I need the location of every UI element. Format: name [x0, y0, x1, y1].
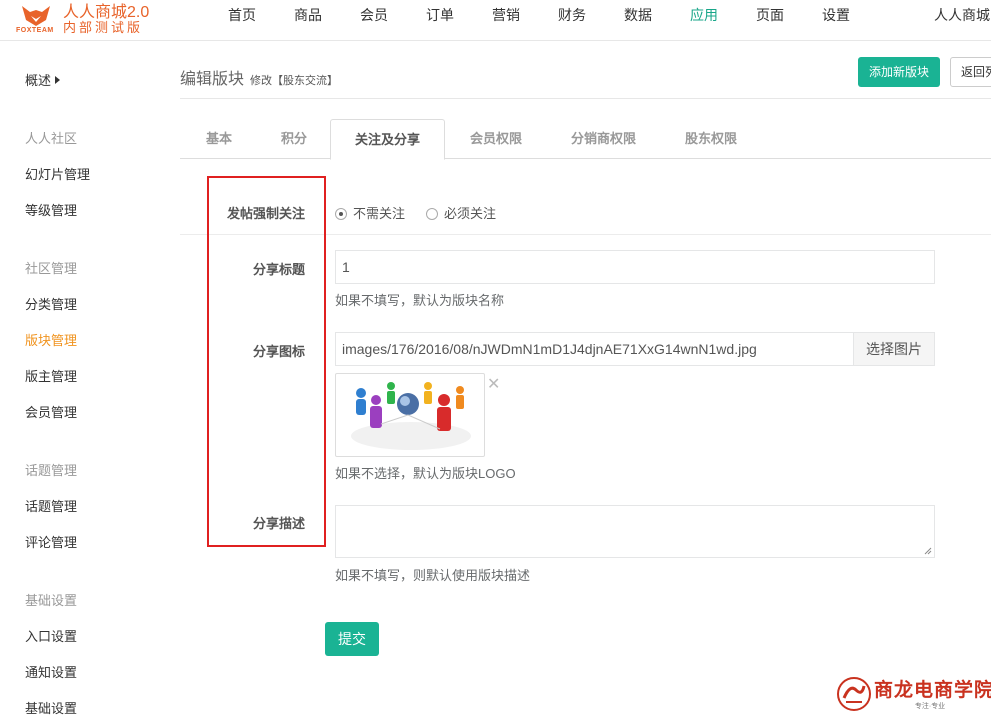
submit-button[interactable]: 提交: [325, 622, 379, 656]
brand-subtitle: 内部测试版: [63, 20, 144, 35]
nav-item-apps[interactable]: 应用: [690, 0, 718, 31]
radio-no-follow-label: 不需关注: [353, 206, 406, 221]
nav-item-finance[interactable]: 财务: [558, 0, 586, 31]
nav-item-data[interactable]: 数据: [624, 0, 652, 31]
sidebar-item-members[interactable]: 会员管理: [25, 402, 77, 421]
tab-distributor-permissions[interactable]: 分销商权限: [571, 119, 636, 159]
radio-must-follow[interactable]: 必须关注: [426, 203, 496, 221]
nav-item-goods[interactable]: 商品: [294, 0, 322, 31]
tab-follow-share[interactable]: 关注及分享: [330, 119, 446, 160]
sidebar-group-title: 话题管理: [25, 463, 78, 478]
radio-checked-icon: [335, 208, 347, 220]
sidebar-item-slides[interactable]: 幻灯片管理: [25, 164, 90, 183]
tab-bar: 基本 积分 关注及分享 会员权限 分销商权限 股东权限: [180, 119, 991, 160]
brand-logo[interactable]: FOXTEAM 人人商城2.0 内部测试版: [16, 0, 166, 40]
nav-item-pages[interactable]: 页面: [756, 0, 784, 31]
nav-item-orders[interactable]: 订单: [426, 0, 454, 31]
nav-item-home[interactable]: 首页: [228, 0, 256, 31]
add-board-button[interactable]: 添加新版块: [858, 57, 940, 87]
sidebar: 概述 人人社区 幻灯片管理 等级管理 社区管理 分类管理 版块管理 版主管理 会…: [0, 41, 160, 718]
resize-grip-icon[interactable]: [924, 547, 932, 555]
sidebar-item-categories[interactable]: 分类管理: [25, 294, 77, 313]
page-title: 编辑版块 修改【股东交流】: [180, 65, 338, 89]
top-navbar: FOXTEAM 人人商城2.0 内部测试版 首页 商品 会员 订单 营销 财务 …: [0, 0, 991, 41]
share-title-input[interactable]: 1: [335, 250, 935, 284]
share-title-help: 如果不填写，默认为版块名称: [335, 293, 505, 308]
sidebar-item-basic-settings[interactable]: 基础设置: [25, 698, 77, 717]
watermark: 商龙电商学院 专注·专业: [836, 672, 991, 718]
tab-basic[interactable]: 基本: [206, 119, 232, 159]
nav-right-store-name[interactable]: 人人商城: [934, 0, 990, 31]
tab-points[interactable]: 积分: [281, 119, 307, 159]
sidebar-item-topics[interactable]: 话题管理: [25, 496, 77, 515]
back-to-list-button[interactable]: 返回列表: [950, 57, 991, 87]
sidebar-item-notify-settings[interactable]: 通知设置: [25, 662, 77, 681]
highlight-box: [207, 176, 326, 547]
share-icon-path-input[interactable]: images/176/2016/08/nJWDmN1mD1J4djnAE71Xx…: [335, 332, 854, 366]
sidebar-item-comments[interactable]: 评论管理: [25, 532, 77, 551]
page-subtitle: 修改【股东交流】: [250, 75, 339, 87]
dragon-seal-icon: [837, 677, 871, 711]
page-header: 编辑版块修改【股东交流】 添加新版块 返回列表: [180, 55, 991, 99]
share-desc-textarea[interactable]: [335, 505, 935, 558]
sidebar-item-moderators[interactable]: 版主管理: [25, 366, 77, 385]
share-desc-help: 如果不填写，则默认使用版块描述: [335, 568, 531, 583]
watermark-title: 商龙电商学院: [874, 679, 991, 701]
close-icon[interactable]: ✕: [487, 374, 500, 394]
tab-shareholder-permissions[interactable]: 股东权限: [685, 119, 737, 159]
sidebar-overview-label: 概述: [25, 73, 52, 88]
nav-item-settings[interactable]: 设置: [822, 0, 850, 31]
radio-no-follow[interactable]: 不需关注: [335, 203, 405, 221]
page-title-text: 编辑版块: [180, 71, 245, 88]
brand-logo-sub: FOXTEAM: [16, 27, 54, 34]
sidebar-item-overview[interactable]: 概述: [25, 70, 61, 89]
sidebar-group-title: 社区管理: [25, 261, 78, 276]
radio-unchecked-icon: [426, 208, 438, 220]
people-network-image: [351, 382, 471, 450]
watermark-sub: 专注·专业: [914, 703, 946, 710]
sidebar-group-title: 人人社区: [25, 131, 78, 146]
caret-right-icon: [55, 76, 61, 84]
tab-member-permissions[interactable]: 会员权限: [470, 119, 522, 159]
nav-item-members[interactable]: 会员: [360, 0, 388, 31]
nav-item-marketing[interactable]: 营销: [492, 0, 520, 31]
sidebar-group-title: 基础设置: [25, 593, 78, 608]
pick-image-button[interactable]: 选择图片: [853, 332, 935, 366]
radio-must-follow-label: 必须关注: [444, 206, 497, 221]
share-icon-help: 如果不选择，默认为版块LOGO: [335, 466, 516, 481]
sidebar-item-levels[interactable]: 等级管理: [25, 200, 77, 219]
sidebar-item-boards[interactable]: 版块管理: [25, 330, 77, 349]
sidebar-item-entry-settings[interactable]: 入口设置: [25, 626, 77, 645]
share-icon-preview: [335, 373, 485, 457]
